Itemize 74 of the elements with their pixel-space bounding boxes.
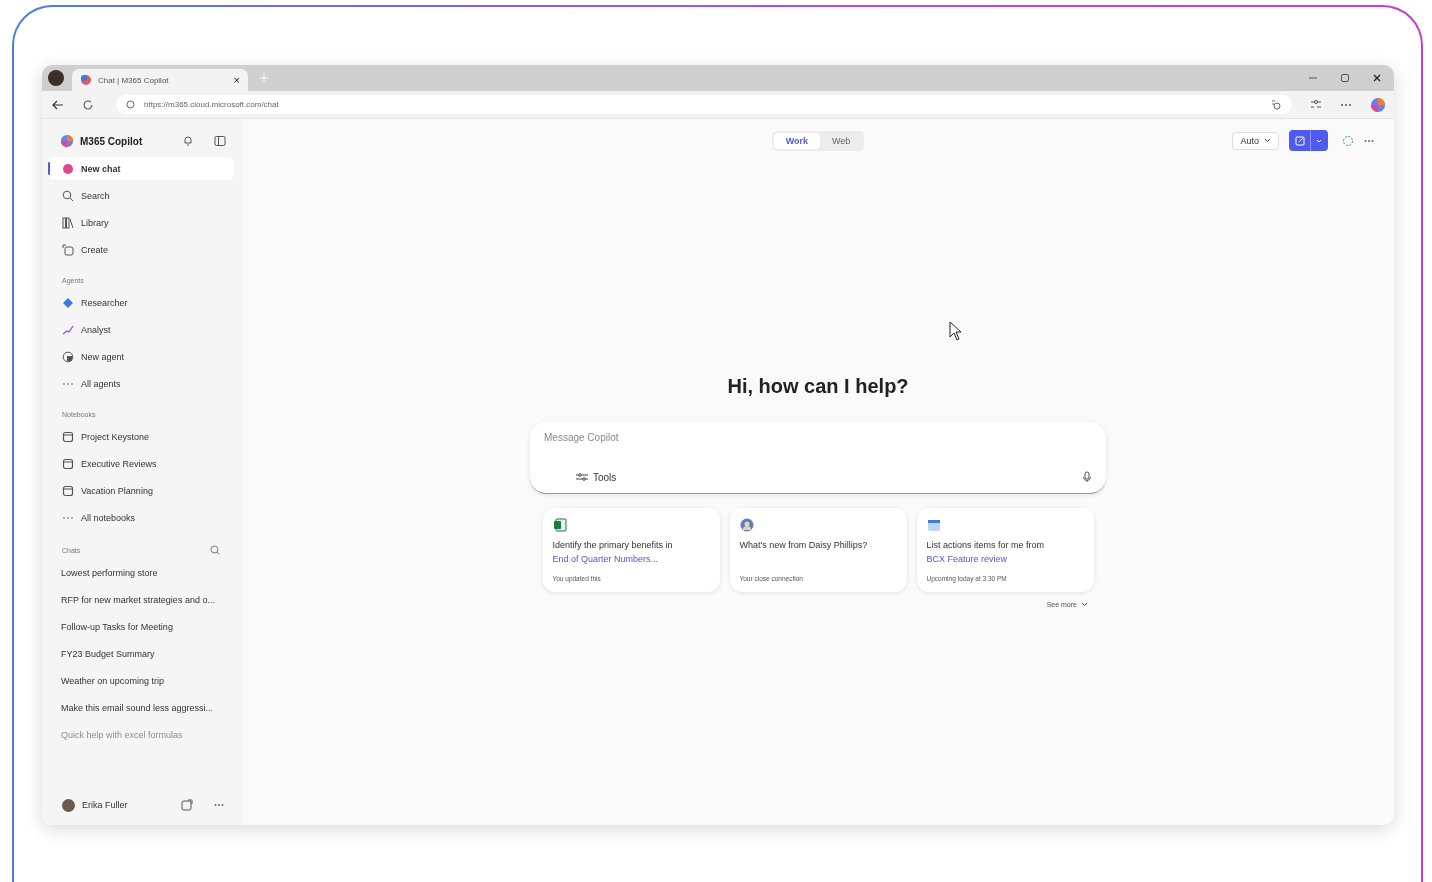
suggestion-text: List actions items for me from BCX Feature review [926, 539, 1046, 566]
chat-bubble-icon [62, 162, 74, 175]
more-icon[interactable] [1364, 138, 1374, 143]
diamond-icon [62, 296, 74, 309]
chevron-down-icon [1316, 138, 1322, 143]
new-chat-button[interactable] [1289, 130, 1328, 151]
address-bar[interactable]: https://m365.cloud.microsoft.com/chat [116, 95, 1292, 114]
back-arrow-icon[interactable] [52, 98, 64, 111]
mouse-cursor-icon [949, 321, 963, 341]
notebook-icon [62, 430, 74, 443]
maximize-icon[interactable] [1340, 73, 1350, 83]
app-title: M365 Copilot [80, 135, 143, 147]
nav-item[interactable]: Vacation Planning [48, 479, 234, 502]
new-window-icon[interactable] [181, 799, 193, 811]
message-input[interactable]: Message Copilot Tools [530, 422, 1106, 494]
chevron-down-icon [1081, 602, 1088, 607]
browser-tab[interactable]: Chat | M365 Copilot × [72, 69, 248, 91]
tab-title: Chat | M365 Copilot [98, 75, 170, 85]
nav-item[interactable]: All notebooks [48, 506, 234, 529]
chat-history-item[interactable]: Make this email sound less aggressi... [48, 695, 234, 722]
greeting-heading: Hi, how can I help? [727, 375, 909, 398]
create-icon [62, 243, 74, 256]
nav-item[interactable]: New chat [48, 157, 234, 180]
nav-item[interactable]: All agents [48, 372, 234, 395]
more-icon[interactable] [214, 803, 224, 807]
notebook-icon [62, 457, 74, 470]
nav-item[interactable]: Project Keystone [48, 425, 234, 448]
chevron-down-icon [1264, 138, 1271, 143]
chat-history-item[interactable]: Weather on upcoming trip [48, 668, 234, 695]
nav-item[interactable]: New agent [48, 345, 234, 368]
url-text: https://m365.cloud.microsoft.com/chat [144, 100, 279, 109]
chat-history-item[interactable]: RFP for new market strategies and o... [48, 587, 234, 614]
nav-item[interactable]: Search [48, 184, 234, 207]
person-avatar-icon [739, 518, 754, 532]
calendar-icon [926, 518, 941, 532]
microphone-icon[interactable] [1082, 471, 1092, 483]
user-avatar[interactable] [62, 798, 75, 812]
sliders-icon [576, 472, 588, 482]
nav-item[interactable]: Executive Reviews [48, 452, 234, 475]
agent-add-icon [62, 350, 74, 363]
tab-close-button[interactable]: × [233, 74, 240, 86]
sidebar-toggle-icon[interactable] [214, 135, 226, 147]
file-link[interactable]: End of Quarter Numbers... [552, 554, 659, 564]
nav-item[interactable]: Create [48, 238, 234, 261]
mode-tab[interactable]: Web [820, 133, 863, 149]
chart-line-icon [62, 323, 74, 336]
close-icon[interactable] [1372, 73, 1382, 83]
nav-item[interactable]: Library [48, 211, 234, 234]
chat-history-item[interactable]: Follow-up Tasks for Meeting [48, 614, 234, 641]
chat-history-item[interactable]: Lowest performing store [48, 560, 234, 587]
mode-tab[interactable]: Work [773, 133, 820, 149]
profile-avatar[interactable] [48, 70, 64, 86]
spreadsheet-icon [552, 518, 567, 532]
bell-icon[interactable] [182, 135, 194, 147]
copilot-logo-icon [60, 134, 74, 148]
user-name[interactable]: Erika Fuller [82, 800, 128, 810]
more-icon[interactable] [1340, 102, 1352, 107]
tools-button[interactable]: Tools [576, 471, 617, 483]
model-dropdown[interactable]: Auto [1232, 131, 1279, 150]
notebook-icon [62, 484, 74, 497]
suggestion-text: What's new from Daisy Phillips? [739, 539, 869, 552]
nav-item[interactable]: Analyst [48, 318, 234, 341]
suggestion-text: Identify the primary benefits in End of Quarter Numbers... [552, 539, 674, 566]
extension-icon[interactable] [1270, 98, 1282, 111]
more-icon [62, 381, 74, 386]
copilot-logo-icon [80, 74, 92, 86]
compose-icon [1295, 135, 1305, 146]
refresh-icon[interactable] [82, 98, 94, 111]
more-icon [62, 515, 74, 520]
copilot-logo-icon[interactable] [1370, 96, 1386, 113]
books-icon [62, 216, 74, 229]
file-link[interactable]: BCX Feature review [926, 554, 1008, 564]
chat-history-item[interactable]: FY23 Budget Summary [48, 641, 234, 668]
nav-item[interactable]: Researcher [48, 291, 234, 314]
